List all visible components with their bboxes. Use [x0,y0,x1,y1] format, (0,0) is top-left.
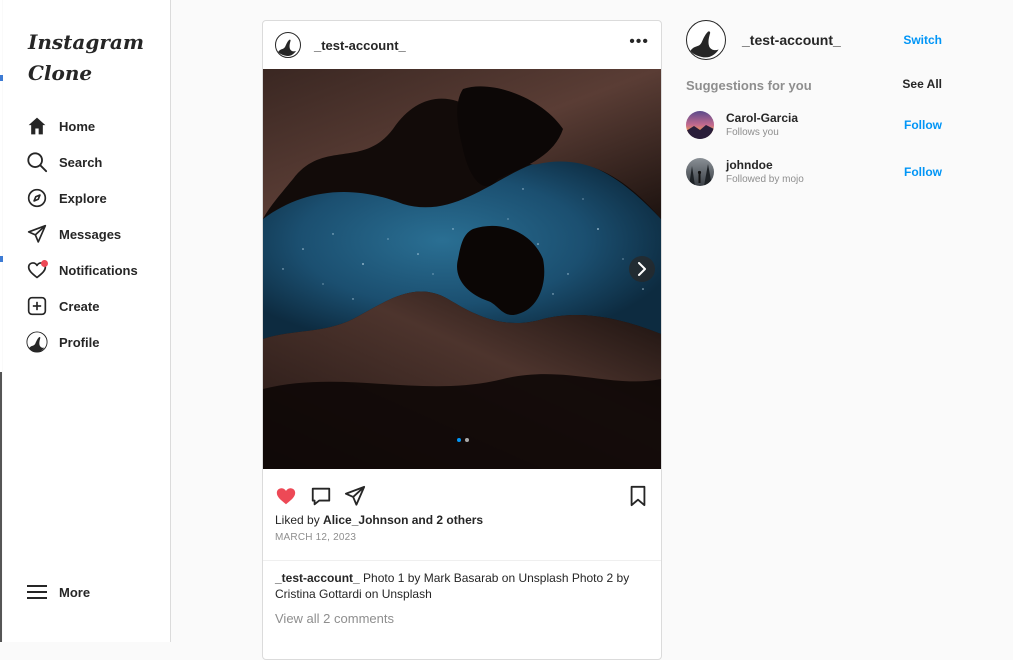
sidebar-item-label: More [59,584,91,600]
home-icon [25,114,49,138]
sidebar-item-label: Profile [59,334,100,350]
chevron-right-icon [638,262,646,276]
canyon-photo [263,69,661,469]
suggestion-username[interactable]: johndoe [726,158,773,172]
suggestion-username[interactable]: Carol-Garcia [726,111,798,125]
app-logo[interactable]: Instagram Clone [28,27,148,89]
caption-username[interactable]: _test-account_ [275,571,360,585]
switch-account-button[interactable]: Switch [903,33,942,47]
follow-button[interactable]: Follow [904,118,942,132]
likes-summary: Liked by Alice_Johnson and 2 others [275,513,483,527]
more-dots-icon[interactable]: ••• [629,33,649,51]
comment-icon [311,487,331,506]
heart-icon [25,258,49,282]
comment-button[interactable] [310,485,332,507]
sidebar-item-explore[interactable]: Explore [25,180,138,216]
carousel-next-button[interactable] [629,256,655,282]
suggestions-title: Suggestions for you [686,78,812,93]
heart-filled-icon [276,488,296,505]
sidebar-nav: Home Search Explore Messages Notificatio… [25,108,138,360]
bookmark-icon [630,485,646,507]
suggestion-avatar[interactable] [686,158,714,186]
suggestion-item: johndoe Followed by mojo Follow [686,158,946,190]
post-caption: _test-account_ Photo 1 by Mark Basarab o… [275,570,655,602]
suggestion-item: Carol-Garcia Follows you Follow [686,111,946,143]
compass-icon [25,186,49,210]
likes-prefix: Liked by [275,513,320,527]
suggestion-avatar[interactable] [686,111,714,139]
sidebar-item-notifications[interactable]: Notifications [25,252,138,288]
avatar-icon [25,330,49,354]
edge-marker [0,372,2,642]
share-button[interactable] [344,485,366,507]
sidebar-item-label: Notifications [59,262,138,278]
post-date: MARCH 12, 2023 [275,532,357,543]
post-author-avatar[interactable] [275,32,301,58]
hamburger-icon [25,580,49,604]
follow-button[interactable]: Follow [904,165,942,179]
view-comments-link[interactable]: View all 2 comments [275,611,394,626]
suggestion-subtitle: Follows you [726,127,779,138]
sidebar-item-label: Messages [59,226,122,242]
send-icon [344,485,366,506]
divider [263,560,661,561]
current-user-avatar[interactable] [686,20,726,60]
post-card: _test-account_ ••• Liked by Alice_Johnso… [262,20,662,660]
likes-users[interactable]: Alice_Johnson and 2 others [323,513,483,527]
post-header: _test-account_ ••• [263,21,661,70]
sidebar-item-home[interactable]: Home [25,108,138,144]
post-actions [263,469,661,509]
sidebar-item-label: Search [59,154,103,170]
send-icon [25,222,49,246]
see-all-button[interactable]: See All [902,77,942,91]
carousel-dot-active [457,438,461,442]
suggestion-subtitle: Followed by mojo [726,174,804,185]
post-image[interactable] [263,69,661,469]
plus-square-icon [25,294,49,318]
search-icon [25,150,49,174]
current-user-username[interactable]: _test-account_ [742,32,841,48]
sidebar-item-more[interactable]: More [25,574,90,610]
post-author-username[interactable]: _test-account_ [314,38,406,53]
save-button[interactable] [627,485,649,507]
sidebar-item-label: Explore [59,190,107,206]
like-button[interactable] [275,485,297,507]
sidebar-item-label: Create [59,298,100,314]
sidebar-item-search[interactable]: Search [25,144,138,180]
sidebar-item-messages[interactable]: Messages [25,216,138,252]
sidebar: Instagram Clone Home Search Explore Mess… [3,0,171,642]
sidebar-item-label: Home [59,118,96,134]
sidebar-item-profile[interactable]: Profile [25,324,138,360]
carousel-dot [465,438,469,442]
sidebar-item-create[interactable]: Create [25,288,138,324]
notification-dot [41,260,48,267]
